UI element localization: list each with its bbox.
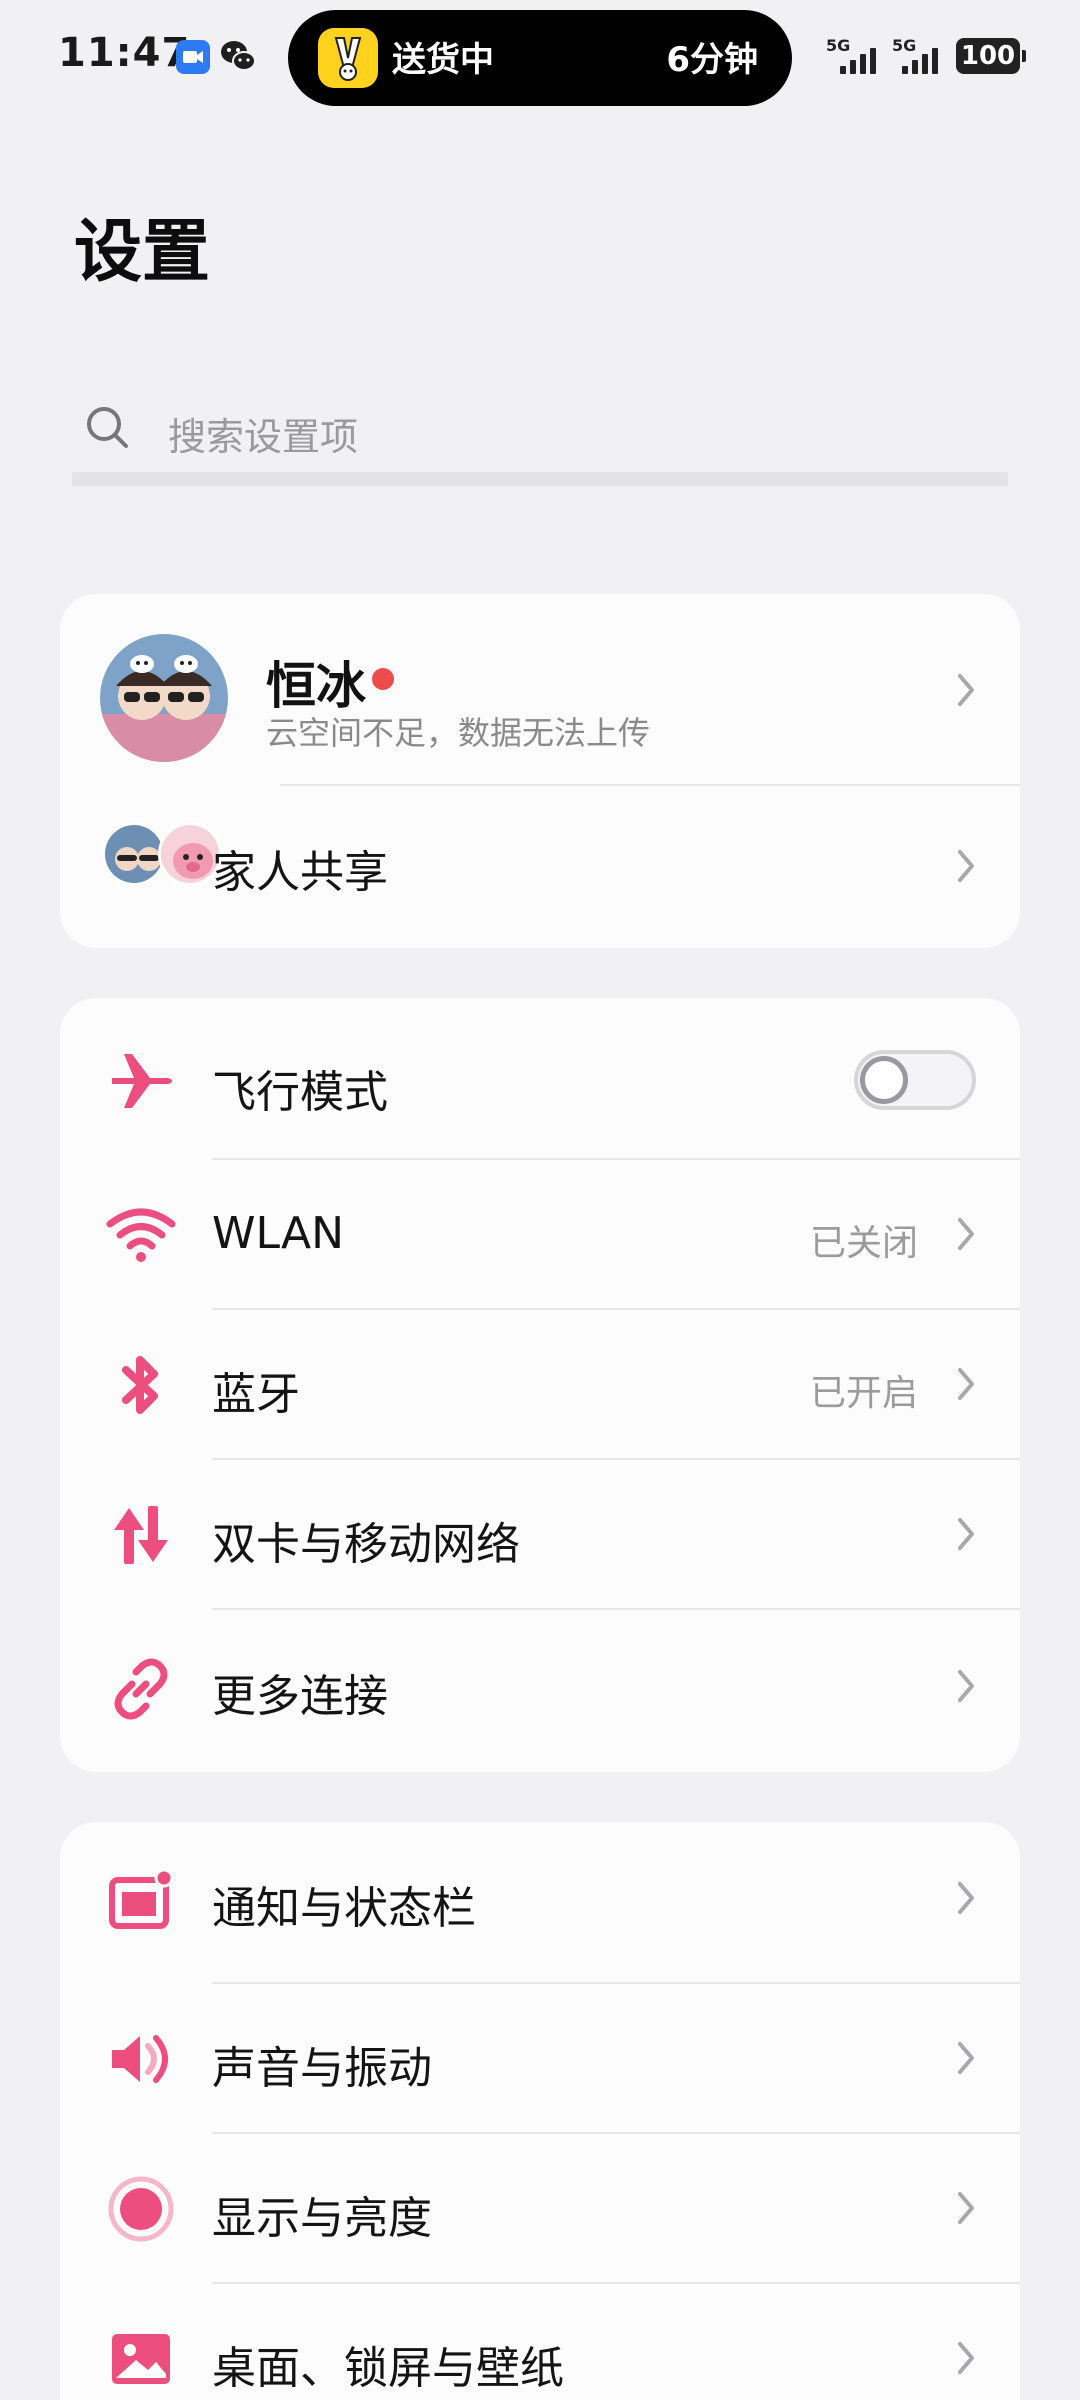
status-bar: 11:47 送货中 6分钟 5G 5G 100	[0, 0, 1080, 110]
connectivity-card: 飞行模式 WLAN 已关闭 蓝牙 已开启 双卡与移动网络 更多连接	[60, 998, 1020, 1772]
chevron-right-icon	[952, 2188, 980, 2228]
chevron-right-icon	[952, 1364, 980, 1404]
sim1-signal-icon: 5G	[826, 36, 884, 78]
family-sharing-row[interactable]: 家人共享	[60, 786, 1020, 948]
status-clock: 11:47	[58, 30, 191, 76]
notification-dot-icon	[372, 668, 394, 690]
battery-level: 100	[960, 41, 1016, 71]
airplane-icon	[106, 1044, 176, 1114]
dual-sim-row[interactable]: 双卡与移动网络	[60, 1460, 1020, 1610]
live-activity-pill[interactable]: 送货中 6分钟	[288, 10, 792, 106]
bluetooth-row[interactable]: 蓝牙 已开启	[60, 1310, 1020, 1460]
search-bar[interactable]: 搜索设置项	[72, 380, 1008, 486]
family-sharing-label: 家人共享	[212, 847, 388, 898]
sim2-signal-icon: 5G	[892, 36, 950, 78]
search-underline	[72, 472, 1008, 486]
wlan-label: WLAN	[212, 1208, 345, 1259]
display-icon	[106, 2174, 176, 2244]
chevron-right-icon	[952, 846, 980, 886]
wallpaper-icon	[106, 2324, 176, 2394]
personalization-card: 通知与状态栏 声音与振动 显示与亮度 桌面、锁屏与壁纸	[60, 1822, 1020, 2400]
sim2-network-label: 5G	[892, 36, 917, 55]
wallpaper-label: 桌面、锁屏与壁纸	[212, 2343, 564, 2394]
more-connections-label: 更多连接	[212, 1671, 388, 1722]
chevron-right-icon	[952, 1514, 980, 1554]
sound-icon	[106, 2024, 176, 2094]
account-row[interactable]: 恒冰 云空间不足，数据无法上传	[60, 594, 1020, 786]
live-activity-status: 送货中	[392, 40, 494, 80]
dual-sim-label: 双卡与移动网络	[212, 1519, 520, 1570]
wlan-status: 已关闭	[809, 1223, 918, 1264]
page-title: 设置	[74, 213, 211, 292]
bluetooth-label: 蓝牙	[212, 1369, 300, 1420]
delivery-app-icon	[318, 28, 378, 88]
airplane-mode-row[interactable]: 飞行模式	[60, 998, 1020, 1160]
bluetooth-status: 已开启	[809, 1373, 918, 1414]
wlan-row[interactable]: WLAN 已关闭	[60, 1160, 1020, 1310]
bluetooth-icon	[106, 1350, 176, 1420]
search-input[interactable]: 搜索设置项	[168, 406, 358, 461]
sound-row[interactable]: 声音与振动	[60, 1984, 1020, 2134]
notifications-row[interactable]: 通知与状态栏	[60, 1822, 1020, 1984]
account-storage-warning: 云空间不足，数据无法上传	[266, 714, 651, 752]
family-avatar-1	[102, 822, 166, 886]
airplane-mode-label: 飞行模式	[212, 1067, 388, 1118]
airplane-mode-toggle[interactable]	[854, 1050, 976, 1110]
sim1-network-label: 5G	[826, 36, 851, 55]
display-label: 显示与亮度	[212, 2193, 432, 2244]
wechat-icon	[218, 36, 258, 76]
mobile-data-icon	[106, 1500, 176, 1570]
live-activity-eta: 6分钟	[666, 40, 758, 80]
chevron-right-icon	[952, 2338, 980, 2378]
search-icon	[84, 404, 132, 452]
notifications-label: 通知与状态栏	[212, 1883, 476, 1934]
avatar	[100, 634, 228, 762]
video-call-icon	[176, 40, 210, 74]
account-card: 恒冰 云空间不足，数据无法上传 家人共享	[60, 594, 1020, 948]
more-connections-row[interactable]: 更多连接	[60, 1610, 1020, 1772]
chevron-right-icon	[952, 1666, 980, 1706]
display-row[interactable]: 显示与亮度	[60, 2134, 1020, 2284]
chevron-right-icon	[952, 1214, 980, 1254]
chevron-right-icon	[952, 670, 980, 710]
wallpaper-row[interactable]: 桌面、锁屏与壁纸	[60, 2284, 1020, 2400]
chevron-right-icon	[952, 2038, 980, 2078]
notification-icon	[106, 1866, 176, 1936]
toggle-knob	[860, 1056, 908, 1104]
chevron-right-icon	[952, 1878, 980, 1918]
sound-label: 声音与振动	[212, 2043, 432, 2094]
battery-icon: 100	[956, 38, 1026, 74]
wifi-icon	[106, 1200, 176, 1270]
link-icon	[106, 1654, 176, 1724]
